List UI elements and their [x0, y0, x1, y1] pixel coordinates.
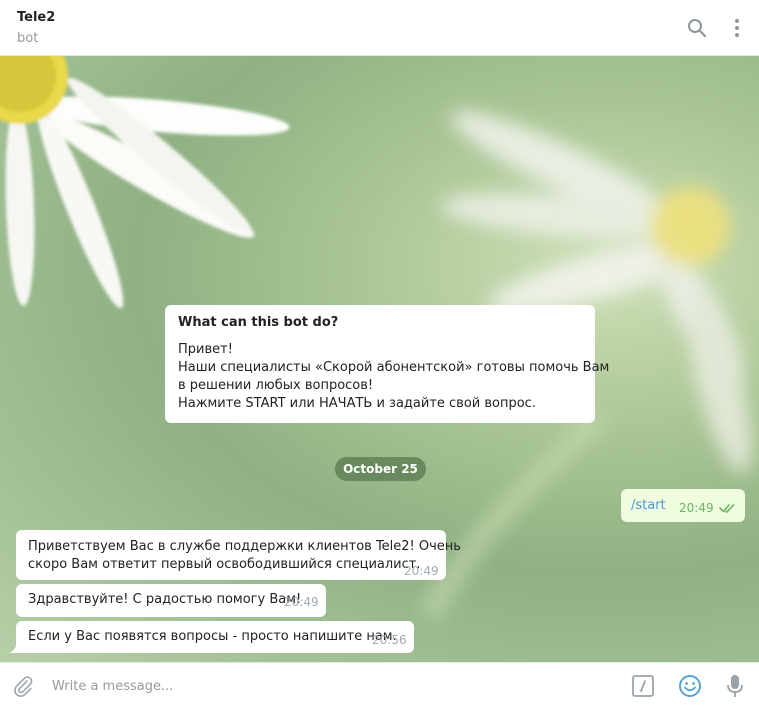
search-button[interactable] [683, 14, 711, 42]
incoming-message[interactable]: Здравствуйте! С радостью помогу Вам! 20:… [16, 584, 326, 617]
bot-info-line: Привет! [178, 342, 233, 357]
message-time: 20:49 [679, 501, 714, 515]
voice-record-button[interactable] [722, 673, 748, 699]
incoming-message[interactable]: Если у Вас появятся вопросы - просто нап… [16, 621, 414, 653]
emoji-button[interactable] [677, 673, 703, 699]
message-text: Приветствуем Вас в службе поддержки клие… [28, 539, 461, 554]
more-options-button[interactable] [723, 14, 751, 42]
chat-header: Tele2 bot [0, 0, 759, 56]
attach-button[interactable] [10, 673, 36, 699]
bot-info-line: в решении любых вопросов! [178, 378, 374, 393]
date-separator: October 25 [335, 457, 426, 481]
search-icon [688, 19, 707, 38]
message-time: 20:49 [404, 564, 439, 578]
attach-icon [14, 676, 33, 697]
message-text: скоро Вам ответит первый освободившийся … [28, 557, 421, 572]
bot-info-line: Наши специалисты «Скорой абонентской» го… [178, 360, 610, 375]
message-time: 20:56 [372, 633, 407, 647]
microphone-icon [727, 675, 743, 697]
chat-subtitle: bot [17, 31, 39, 46]
chat-history[interactable]: What can this bot do? Привет! Наши специ… [0, 56, 759, 662]
read-check-icon [719, 504, 735, 513]
bot-info-line: Нажмите START или НАЧАТЬ и задайте свой … [178, 396, 536, 411]
bot-commands-button[interactable] [630, 673, 656, 699]
message-text: Здравствуйте! С радостью помогу Вам! [28, 592, 302, 607]
emoji-icon [679, 675, 701, 697]
incoming-message[interactable]: Приветствуем Вас в службе поддержки клие… [16, 530, 461, 580]
bot-command-link[interactable]: /start [631, 498, 666, 513]
bot-commands-icon [632, 675, 654, 697]
message-input[interactable] [52, 675, 612, 697]
bubble-tail [9, 643, 17, 653]
more-vertical-icon [735, 19, 739, 37]
bot-info-card: What can this bot do? Привет! Наши специ… [165, 305, 610, 423]
message-text: Если у Вас появятся вопросы - просто нап… [28, 629, 397, 644]
bot-info-title: What can this bot do? [178, 315, 339, 330]
message-composer [0, 662, 759, 708]
chat-title[interactable]: Tele2 [17, 10, 55, 25]
message-time: 20:49 [284, 595, 319, 609]
outgoing-message[interactable]: /start 20:49 [621, 489, 745, 522]
